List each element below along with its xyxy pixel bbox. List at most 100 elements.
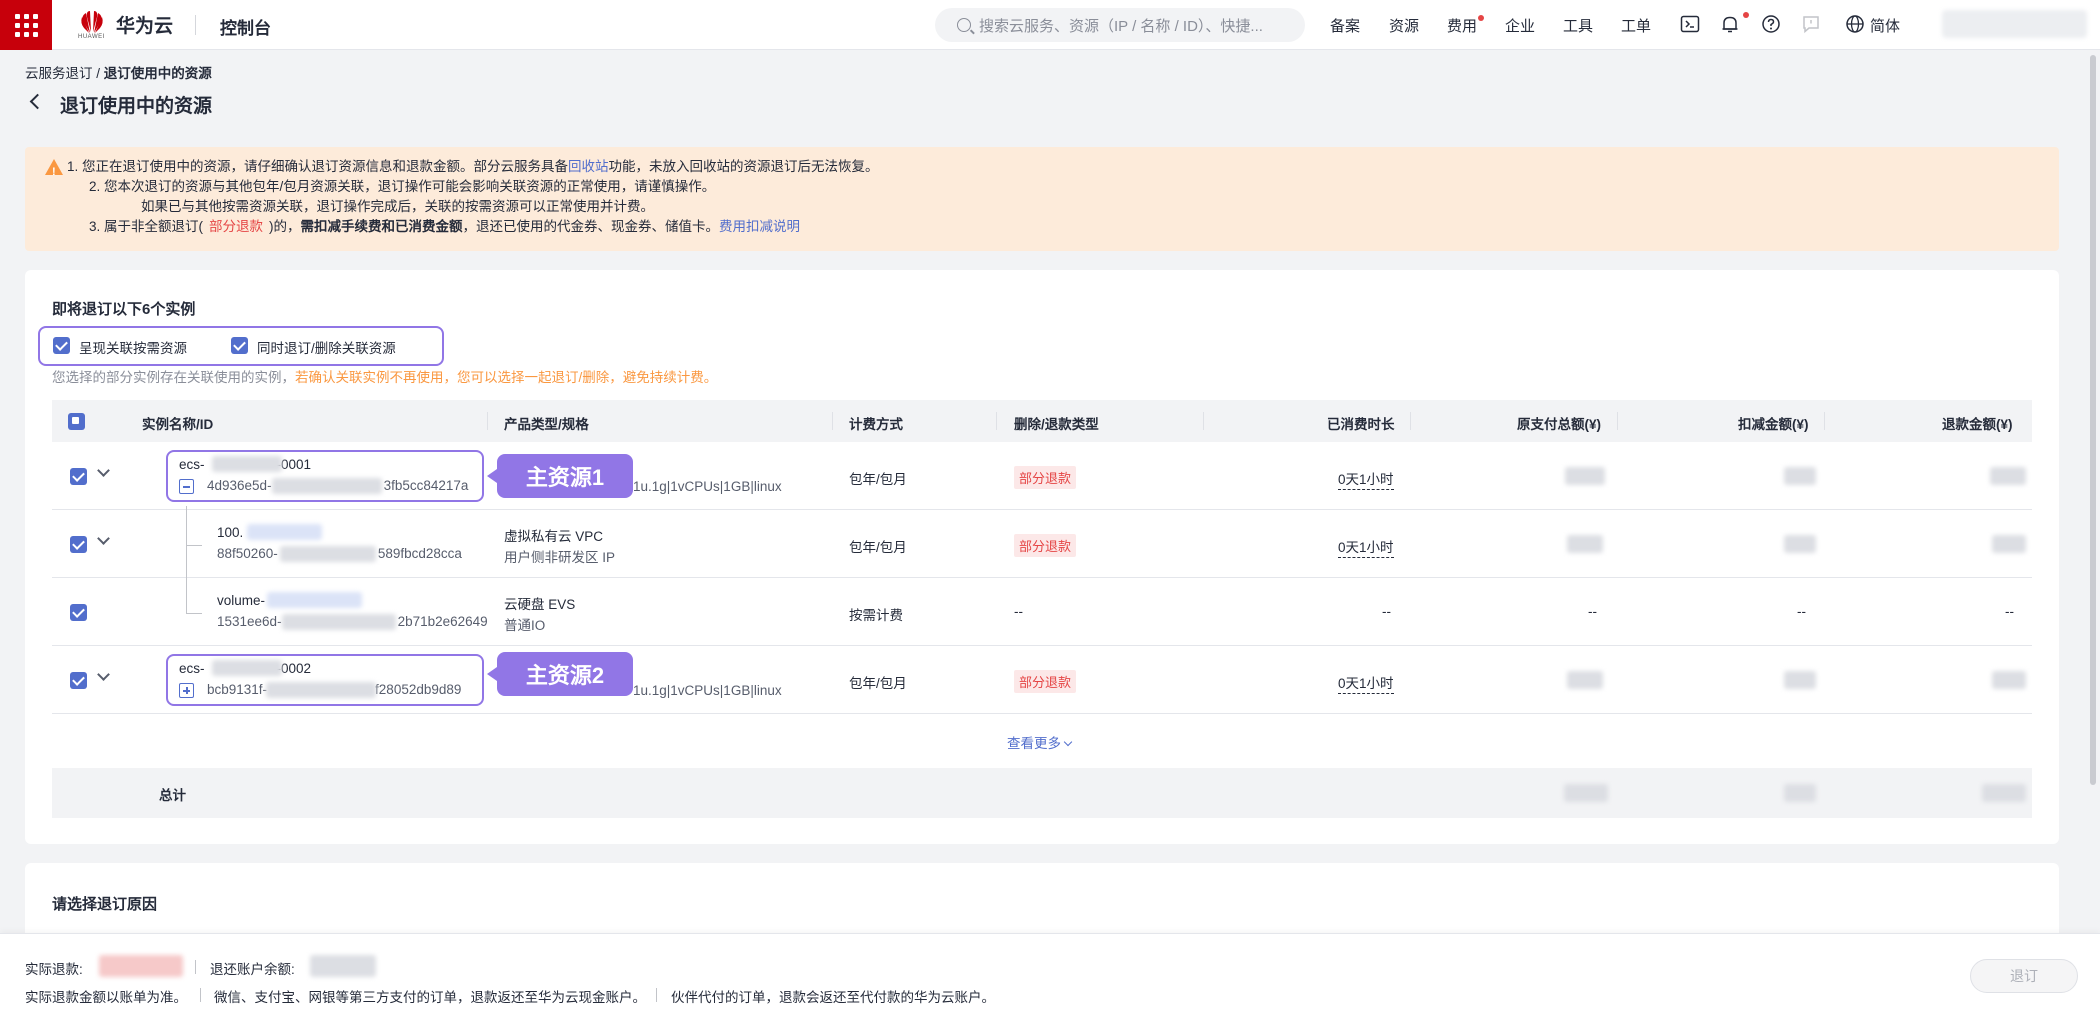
breadcrumb-separator: / [92,66,104,81]
breadcrumb: 云服务退订 / 退订使用中的资源 [25,62,212,82]
language-switch[interactable]: 简体 [1870,15,1900,36]
col-instance-name: 实例名称/ID [142,417,214,432]
view-more-link[interactable]: 查看更多 [1007,732,1073,752]
nav-enterprise[interactable]: 企业 [1505,15,1535,36]
footer-bar: 实际退款: 退还账户余额: 实际退款金额以账单为准。 微信、支付宝、网银等第三方… [0,933,2100,1015]
total-deduct-masked [1784,784,1816,802]
select-all-checkbox[interactable] [68,413,85,430]
tree-line [186,506,187,578]
recycle-bin-link[interactable]: 回收站 [568,159,609,174]
col-original-amount: 原支付总额(¥) [1517,417,1601,432]
show-related-checkbox[interactable] [53,337,70,354]
notice-line-3-mid: )的， [269,219,301,234]
deduct-amount-masked [1784,671,1816,689]
unsubscribe-related-checkbox[interactable] [231,337,248,354]
expand-tree-icon[interactable] [179,683,194,698]
unsubscribe-related-label: 同时退订/删除关联资源 [257,341,396,356]
expand-chevron-icon[interactable] [97,668,110,681]
expand-chevron-icon[interactable] [97,532,110,545]
table-row: ecs- -0002 bcb9131f-f28052db9d89 主资源2 1u.… [52,646,2032,714]
row-checkbox[interactable] [70,672,87,689]
column-separator [1824,412,1825,430]
expand-chevron-icon[interactable] [97,464,110,477]
top-navigation-bar: 华为云 HUAWEI 控制台 搜索云服务、资源（IP / 名称 / ID）、快捷… [0,0,2100,50]
service-list-button[interactable] [0,0,52,50]
user-account-menu[interactable] [1942,10,2087,38]
deduct-amount-masked [1784,467,1816,485]
terminal-icon[interactable] [1680,14,1700,34]
refund-type-badge: 部分退款 [1014,466,1077,489]
column-separator [1617,412,1618,430]
nav-billing[interactable]: 费用 [1447,15,1477,36]
masked-id [280,546,376,562]
original-amount-masked [1565,467,1605,485]
warning-icon: ! [45,159,63,178]
nav-beian[interactable]: 备案 [1330,15,1360,36]
row-checkbox[interactable] [70,468,87,485]
notice-line-1-tail: 功能，未放入回收站的资源退订后无法恢复。 [608,159,879,174]
hint-text: 您选择的部分实例存在关联使用的实例， [52,370,295,385]
original-amount-masked [1567,535,1603,553]
page-scrollbar[interactable] [2090,55,2096,785]
column-separator [996,412,997,430]
refund-amount-masked [1992,535,2026,553]
footer-separator [200,988,201,1002]
column-separator [487,412,488,430]
product-type: 虚拟私有云 VPC [504,529,604,544]
instances-card: 即将退订以下6个实例 呈现关联按需资源 同时退订/删除关联资源 您选择的部分实例… [25,270,2059,844]
col-billing: 计费方式 [849,417,903,432]
col-product-type: 产品类型/规格 [504,417,589,432]
footer-note-2: 微信、支付宝、网银等第三方支付的订单，退款返还至华为云现金账户。 [214,990,646,1005]
footer-separator [195,960,196,974]
unsubscribe-submit-button[interactable]: 退订 [1970,959,2078,993]
consumed-duration[interactable]: 0天1小时 [1338,672,1394,694]
product-type: 云硬盘 EVS [504,597,576,612]
deduct-amount: -- [1797,604,1806,619]
row-checkbox[interactable] [70,536,87,553]
search-placeholder: 搜索云服务、资源（IP / 名称 / ID）、快捷... [979,17,1263,35]
collapse-tree-icon[interactable] [179,479,194,494]
main-resource-callout: 主资源2 [487,652,633,696]
column-separator [1410,412,1411,430]
fee-deduction-link[interactable]: 费用扣减说明 [719,219,800,234]
consumed-duration[interactable]: 0天1小时 [1338,468,1394,490]
search-icon [957,18,971,32]
billing-mode: 包年/包月 [849,472,907,487]
masked-id [272,478,382,494]
total-row: 总计 [52,768,2032,818]
console-link[interactable]: 控制台 [220,14,271,39]
breadcrumb-parent[interactable]: 云服务退订 [25,66,93,81]
message-icon[interactable] [1801,14,1821,34]
product-spec: 用户侧非研发区 IP [504,550,616,565]
table-row: volume- 1531ee6d- 2b71b2e62649 云硬盘 EVS 普通… [52,574,2032,646]
bell-notification-dot [1743,12,1749,18]
notice-line-1-text: 1. 您正在退订使用中的资源，请仔细确认退订资源信息和退款金额。部分云服务具备 [67,159,569,174]
nav-tools[interactable]: 工具 [1563,15,1593,36]
account-balance-label: 退还账户余额: [210,962,295,977]
instance-name-link[interactable]: volume- [217,593,265,608]
notice-line-3-tail: ，退还已使用的代金券、现金券、储值卡。 [462,219,720,234]
row-checkbox[interactable] [70,604,87,621]
masked-name [267,592,362,608]
total-original-masked [1564,784,1608,802]
product-spec: 普通IO [504,618,546,633]
consumed-duration[interactable]: 0天1小时 [1338,536,1394,558]
tree-line [186,613,202,614]
globe-icon[interactable] [1845,14,1865,34]
bell-icon[interactable] [1720,14,1740,34]
nav-resources[interactable]: 资源 [1389,15,1419,36]
masked-id [266,682,376,698]
page-title: 退订使用中的资源 [60,96,213,117]
account-balance-masked [310,955,376,977]
global-search-input[interactable]: 搜索云服务、资源（IP / 名称 / ID）、快捷... [935,8,1305,42]
back-arrow-icon[interactable] [29,93,46,110]
actual-refund-label: 实际退款: [25,962,83,977]
nav-tickets[interactable]: 工单 [1621,15,1651,36]
view-more-label: 查看更多 [1007,736,1061,751]
deduct-amount-masked [1784,535,1816,553]
instance-name-link[interactable]: 100. [217,525,243,540]
brand-small-text: HUAWEI [78,34,105,40]
grid-icon [14,13,38,37]
table-row: ecs- -0001 4d936e5d- 3fb5cc84217a 主资源1 1u.… [52,442,2032,510]
help-icon[interactable] [1761,14,1781,34]
